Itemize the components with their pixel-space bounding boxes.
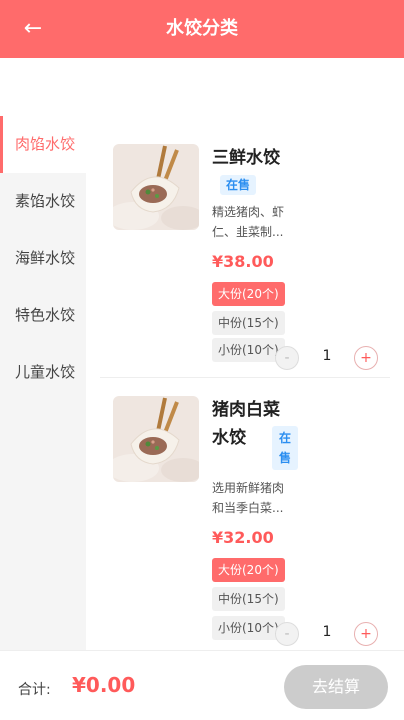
header-bar: ← 水饺分类 — [0, 0, 404, 58]
quantity-increase-button[interactable]: + — [354, 346, 378, 370]
size-option-small[interactable]: 小份(10个) — [212, 616, 285, 640]
quantity-decrease-button[interactable]: - — [275, 346, 299, 370]
product-description: 精选猪肉、虾 仁、韭菜制... — [212, 202, 294, 242]
status-badge: 在售 — [220, 175, 257, 195]
status-badge-line: 在 — [278, 431, 291, 445]
status-badge-line: 售 — [278, 451, 291, 465]
quantity-increase-button[interactable]: + — [354, 622, 378, 646]
sidebar-item-meat[interactable]: 肉馅水饺 — [0, 116, 86, 173]
size-option-large[interactable]: 大份(20个) — [212, 282, 285, 306]
product-description: 选用新鲜猪肉 和当季白菜... — [212, 478, 294, 518]
description-line: 选用新鲜猪肉 — [212, 481, 285, 495]
page-title: 水饺分类 — [166, 18, 238, 39]
quantity-decrease-button[interactable]: - — [275, 622, 299, 646]
product-status: 在 售 — [272, 426, 298, 470]
quantity-value: 1 — [322, 624, 332, 640]
product-price: ¥38.00 — [212, 252, 274, 271]
product-image[interactable] — [113, 396, 199, 482]
description-line: 仁、韭菜制... — [212, 225, 284, 239]
description-line: 精选猪肉、虾 — [212, 205, 285, 219]
size-option-medium[interactable]: 中份(15个) — [212, 587, 285, 611]
checkout-button[interactable]: 去结算 — [284, 665, 388, 709]
total-label: 合计: — [18, 682, 51, 698]
size-option-large[interactable]: 大份(20个) — [212, 558, 285, 582]
product-price: ¥32.00 — [212, 528, 274, 547]
product-card: 三鲜水饺 在售 精选猪肉、虾 仁、韭菜制... ¥38.00 大份(20个) 中… — [100, 116, 390, 378]
sidebar-item-seafood[interactable]: 海鲜水饺 — [0, 230, 86, 287]
product-card: 猪肉白菜 水饺 在 售 选用新鲜猪肉 和当季白菜... ¥32.00 大份(20… — [100, 382, 390, 646]
product-list[interactable]: 三鲜水饺 在售 精选猪肉、虾 仁、韭菜制... ¥38.00 大份(20个) 中… — [86, 116, 404, 650]
product-status: 在售 — [220, 174, 257, 195]
size-option-small[interactable]: 小份(10个) — [212, 338, 285, 362]
product-name: 三鲜水饺 — [212, 148, 280, 168]
total-amount: ¥0.00 — [72, 673, 136, 697]
cart-footer: 合计: ¥0.00 去结算 — [0, 650, 404, 720]
category-sidebar: 肉馅水饺 素馅水饺 海鲜水饺 特色水饺 儿童水饺 — [0, 116, 86, 650]
product-name-line: 猪肉白菜 — [212, 400, 280, 420]
sidebar-item-kids[interactable]: 儿童水饺 — [0, 344, 86, 401]
size-option-medium[interactable]: 中份(15个) — [212, 311, 285, 335]
sidebar-item-vegetable[interactable]: 素馅水饺 — [0, 173, 86, 230]
status-badge: 在 售 — [272, 426, 298, 470]
description-line: 和当季白菜... — [212, 501, 284, 515]
sidebar-item-specialty[interactable]: 特色水饺 — [0, 287, 86, 344]
product-image[interactable] — [113, 144, 199, 230]
quantity-value: 1 — [322, 348, 332, 364]
